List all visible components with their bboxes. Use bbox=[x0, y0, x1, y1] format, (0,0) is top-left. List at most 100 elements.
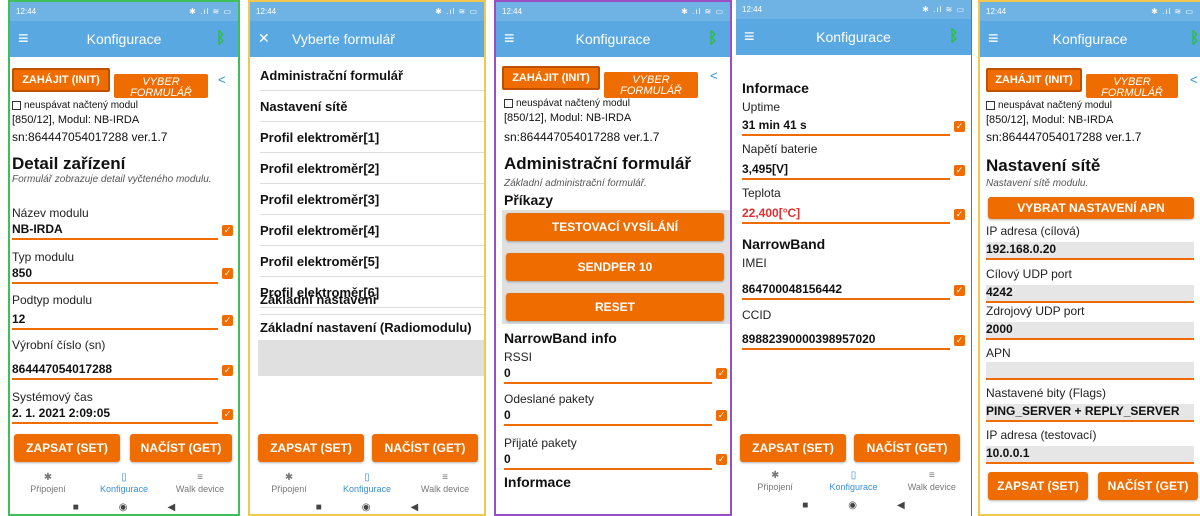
flags-dropdown[interactable]: PING_SERVER + REPLY_SERVER bbox=[986, 404, 1194, 422]
back-icon[interactable]: ◀ bbox=[411, 502, 419, 514]
share-icon[interactable]: < bbox=[218, 72, 226, 87]
back-icon[interactable]: ◀ bbox=[168, 502, 176, 514]
form-list-item[interactable]: Profil elektroměr[4] bbox=[260, 215, 484, 246]
home-icon[interactable]: ◉ bbox=[848, 500, 857, 516]
checkbox-box[interactable] bbox=[12, 101, 21, 110]
field-value[interactable]: 31 min 41 s bbox=[742, 118, 950, 136]
tab-konfigurace[interactable]: ▯ Konfigurace bbox=[328, 472, 406, 502]
form-list-item[interactable]: Profil elektroměr[3] bbox=[260, 184, 484, 215]
field-value[interactable]: 10.0.0.1 bbox=[986, 446, 1194, 464]
field-value[interactable]: 12 bbox=[12, 312, 218, 330]
tab-pripojeni[interactable]: ✱ Připojení bbox=[250, 472, 328, 502]
home-icon[interactable]: ◉ bbox=[119, 502, 128, 514]
field-value[interactable]: 864700048156442 bbox=[742, 282, 950, 300]
field-label: CCID bbox=[742, 308, 772, 322]
set-button[interactable]: ZAPSAT (SET) bbox=[740, 434, 846, 462]
test-broadcast-button[interactable]: TESTOVACÍ VYSÍLÁNÍ bbox=[506, 213, 724, 241]
nosleep-checkbox[interactable]: neuspávat načtený modul bbox=[986, 100, 1112, 111]
nosleep-checkbox[interactable]: neuspávat načtený modul bbox=[504, 98, 630, 109]
form-list-item[interactable]: Profil elektroměr[1] bbox=[260, 122, 484, 153]
field-checkbox[interactable]: ✓ bbox=[954, 165, 965, 176]
back-icon[interactable]: ◀ bbox=[897, 500, 905, 516]
bluetooth-icon[interactable]: ᛒ bbox=[949, 27, 963, 47]
page-title: Detail zařízení bbox=[12, 154, 126, 173]
tab-walk-device[interactable]: ≡ Walk device bbox=[893, 470, 971, 500]
get-button[interactable]: NAČÍST (GET) bbox=[130, 434, 232, 462]
field-value[interactable]: 4242 bbox=[986, 285, 1194, 303]
field-checkbox[interactable]: ✓ bbox=[222, 268, 233, 279]
list-icon: ≡ bbox=[197, 472, 203, 483]
select-apn-button[interactable]: VYBRAT NASTAVENÍ APN bbox=[988, 197, 1194, 219]
tab-konfigurace[interactable]: ▯ Konfigurace bbox=[86, 472, 162, 502]
nosleep-checkbox[interactable]: neuspávat načtený modul bbox=[12, 100, 138, 111]
form-list-item[interactable]: Administrační formulář bbox=[260, 60, 484, 91]
field-checkbox[interactable]: ✓ bbox=[716, 410, 727, 421]
checkbox-label: neuspávat načtený modul bbox=[24, 100, 138, 111]
status-icons: ✱ .ıl ≋ ▭ bbox=[681, 7, 724, 16]
field-checkbox[interactable]: ✓ bbox=[222, 409, 233, 420]
field-value[interactable]: 3,495[V] bbox=[742, 162, 950, 180]
status-bar: 12:44 ✱ .ıl ≋ ▭ bbox=[10, 2, 238, 21]
field-value[interactable]: 192.168.0.20 bbox=[986, 242, 1194, 260]
share-icon[interactable]: < bbox=[1190, 72, 1198, 87]
recents-icon[interactable]: ■ bbox=[73, 502, 79, 514]
field-value[interactable]: 864447054017288 bbox=[12, 362, 218, 380]
init-button[interactable]: ZAHÁJIT (INIT) bbox=[502, 66, 600, 90]
form-list-item[interactable]: Základní nastavení bbox=[260, 284, 484, 315]
tab-walk-device[interactable]: ≡ Walk device bbox=[406, 472, 484, 502]
share-icon[interactable]: < bbox=[710, 68, 718, 83]
field-checkbox[interactable]: ✓ bbox=[954, 209, 965, 220]
field-value[interactable]: 2000 bbox=[986, 322, 1194, 340]
tab-pripojeni[interactable]: ✱ Připojení bbox=[10, 472, 86, 502]
field-value[interactable] bbox=[986, 362, 1194, 380]
home-icon[interactable]: ◉ bbox=[362, 502, 371, 514]
set-button[interactable]: ZAPSAT (SET) bbox=[14, 434, 120, 462]
field-value[interactable]: NB-IRDA bbox=[12, 222, 218, 240]
tab-label: Konfigurace bbox=[99, 484, 149, 494]
field-checkbox[interactable]: ✓ bbox=[222, 365, 233, 376]
recents-icon[interactable]: ■ bbox=[802, 500, 808, 516]
form-list-item[interactable]: Základní nastavení (Radiomodulu) bbox=[260, 312, 484, 343]
form-list-item[interactable]: Nastavení sítě bbox=[260, 91, 484, 122]
form-list-item[interactable]: Profil elektroměr[5] bbox=[260, 246, 484, 277]
recents-icon[interactable]: ■ bbox=[316, 502, 322, 514]
field-value[interactable]: 22,400[°C] bbox=[742, 206, 950, 224]
field-value[interactable]: 0 bbox=[504, 452, 712, 470]
tab-walk-device[interactable]: ≡ Walk device bbox=[162, 472, 238, 502]
tab-konfigurace[interactable]: ▯ Konfigurace bbox=[814, 470, 892, 500]
field-checkbox[interactable]: ✓ bbox=[222, 225, 233, 236]
field-value[interactable]: 0 bbox=[504, 408, 712, 426]
field-value[interactable]: 850 bbox=[12, 266, 218, 284]
set-button[interactable]: ZAPSAT (SET) bbox=[258, 434, 364, 462]
field-value[interactable]: 2. 1. 2021 2:09:05 bbox=[12, 406, 218, 424]
select-form-button[interactable]: VYBER FORMULÁŘ bbox=[1086, 74, 1178, 98]
get-button[interactable]: NAČÍST (GET) bbox=[372, 434, 478, 462]
init-button[interactable]: ZAHÁJIT (INIT) bbox=[12, 68, 110, 92]
field-label: Systémový čas bbox=[12, 390, 93, 404]
set-button[interactable]: ZAPSAT (SET) bbox=[988, 472, 1088, 500]
field-value[interactable]: 0 bbox=[504, 366, 712, 384]
get-button[interactable]: NAČÍST (GET) bbox=[1098, 472, 1198, 500]
form-list-item[interactable]: Profil elektroměr[2] bbox=[260, 153, 484, 184]
close-icon[interactable]: ✕ bbox=[258, 28, 276, 48]
checkbox-box[interactable] bbox=[986, 101, 995, 110]
sendper-button[interactable]: SENDPER 10 bbox=[506, 253, 724, 281]
select-form-button[interactable]: VYBER FORMULÁŘ bbox=[604, 72, 698, 98]
field-checkbox[interactable]: ✓ bbox=[716, 454, 727, 465]
field-checkbox[interactable]: ✓ bbox=[954, 335, 965, 346]
field-checkbox[interactable]: ✓ bbox=[716, 368, 727, 379]
checkbox-box[interactable] bbox=[504, 99, 513, 108]
field-checkbox[interactable]: ✓ bbox=[222, 315, 233, 326]
reset-button[interactable]: RESET bbox=[506, 293, 724, 321]
select-form-button[interactable]: VYBER FORMULÁŘ bbox=[114, 74, 208, 98]
app-title: Konfigurace bbox=[86, 31, 162, 47]
field-checkbox[interactable]: ✓ bbox=[954, 285, 965, 296]
tab-pripojeni[interactable]: ✱ Připojení bbox=[736, 470, 814, 500]
bluetooth-icon[interactable]: ᛒ bbox=[1190, 29, 1200, 49]
field-checkbox[interactable]: ✓ bbox=[954, 121, 965, 132]
bluetooth-icon[interactable]: ᛒ bbox=[708, 29, 722, 49]
init-button[interactable]: ZAHÁJIT (INIT) bbox=[986, 68, 1082, 92]
get-button[interactable]: NAČÍST (GET) bbox=[854, 434, 960, 462]
bluetooth-icon[interactable]: ᛒ bbox=[216, 29, 230, 49]
field-value[interactable]: 89882390000398957020 bbox=[742, 332, 950, 350]
